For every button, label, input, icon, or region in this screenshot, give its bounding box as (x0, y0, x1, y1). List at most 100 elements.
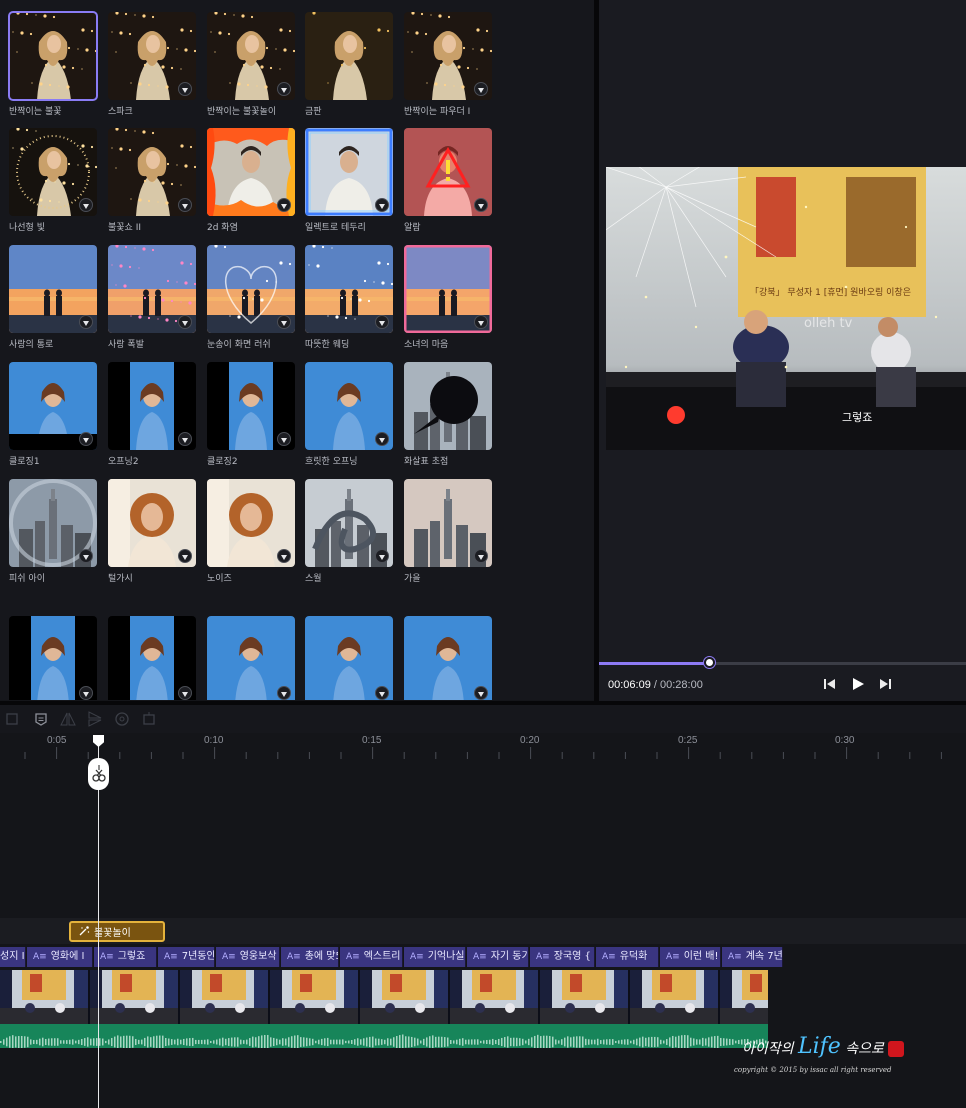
effect-thumbnail[interactable] (404, 12, 492, 100)
download-icon[interactable] (178, 82, 192, 96)
effect-thumbnail[interactable] (9, 479, 97, 567)
download-icon[interactable] (474, 315, 488, 329)
effect-tile[interactable]: 알람 (404, 128, 492, 233)
effect-tile[interactable]: 피쉬 아이 (9, 479, 97, 584)
effect-tile[interactable] (207, 616, 295, 700)
effect-thumbnail[interactable] (305, 128, 393, 216)
effect-tile[interactable]: 노이즈 (207, 479, 295, 584)
timeline-ruler[interactable]: 0:05 0:10 0:15 0:20 0:25 0:30 (0, 733, 966, 759)
effect-thumbnail[interactable] (9, 245, 97, 333)
text-clip[interactable]: A≡ 영화에 I (27, 947, 93, 967)
mirror-icon[interactable] (60, 711, 76, 727)
effect-thumbnail[interactable] (108, 479, 196, 567)
download-icon[interactable] (375, 432, 389, 446)
effect-tile[interactable]: 2d 화염 (207, 128, 295, 233)
effect-thumbnail[interactable] (108, 616, 196, 700)
effect-tile[interactable]: 따뜻한 웨딩 (305, 245, 393, 350)
effect-thumbnail[interactable] (404, 245, 492, 333)
effect-thumbnail[interactable] (207, 12, 295, 100)
text-clip[interactable]: A≡ 유덕화 (596, 947, 659, 967)
download-icon[interactable] (79, 549, 93, 563)
download-icon[interactable] (178, 315, 192, 329)
download-icon[interactable] (474, 82, 488, 96)
text-clip[interactable]: A≡ 기억나실 (404, 947, 466, 967)
download-icon[interactable] (178, 432, 192, 446)
text-clip[interactable]: A≡ 장국영 { (530, 947, 595, 967)
effect-thumbnail[interactable] (207, 479, 295, 567)
effect-tile[interactable]: 사랑 폭발 (108, 245, 196, 350)
download-icon[interactable] (277, 82, 291, 96)
download-icon[interactable] (474, 686, 488, 700)
flip-icon[interactable] (87, 711, 103, 727)
effect-thumbnail[interactable] (207, 616, 295, 700)
playhead-line[interactable] (98, 737, 99, 1108)
effect-tile[interactable]: 눈송이 화면 러쉬 (207, 245, 295, 350)
effect-thumbnail[interactable] (8, 11, 98, 101)
download-icon[interactable] (79, 198, 93, 212)
effect-tile[interactable]: 가을 (404, 479, 492, 584)
effect-tile[interactable]: 클로징2 (207, 362, 295, 467)
effect-thumbnail[interactable] (207, 128, 295, 216)
text-clip[interactable]: A≡ 자기 동기 (467, 947, 529, 967)
download-icon[interactable] (178, 549, 192, 563)
effect-clip[interactable]: 불꽃놀이 (69, 921, 165, 942)
effect-tile[interactable]: 불꽃쇼 II (108, 128, 196, 233)
download-icon[interactable] (79, 315, 93, 329)
effect-tile[interactable]: 반짝이는 파우더 I (404, 12, 492, 117)
preview-video[interactable]: 「강북」 무성자 1 [휴먼] 원바오링 이창은 olleh tv 그렇죠 (606, 167, 966, 450)
effect-tile[interactable]: 스월 (305, 479, 393, 584)
effect-tile[interactable]: 화살표 초점 (404, 362, 492, 467)
effect-thumbnail[interactable] (404, 479, 492, 567)
effect-thumbnail[interactable] (305, 362, 393, 450)
text-clip[interactable]: A≡ 이런 배! (660, 947, 721, 967)
effect-tile[interactable]: 반짝이는 불꽃놀이 (207, 12, 295, 117)
audio-track[interactable] (0, 1024, 768, 1048)
download-icon[interactable] (375, 198, 389, 212)
effect-tile[interactable]: 털가시 (108, 479, 196, 584)
download-icon[interactable] (178, 686, 192, 700)
effect-thumbnail[interactable] (9, 362, 97, 450)
effect-tile[interactable] (9, 616, 97, 700)
text-clip[interactable]: A≡ 계속 7년 (722, 947, 783, 967)
effect-tile[interactable]: 일렉트로 테두리 (305, 128, 393, 233)
effect-tile[interactable]: 스파크 (108, 12, 196, 117)
text-clip[interactable]: A≡ 엑스트리 (340, 947, 403, 967)
text-clip[interactable]: A≡ 영웅보삭 (216, 947, 280, 967)
download-icon[interactable] (474, 549, 488, 563)
effect-thumbnail[interactable] (305, 12, 393, 100)
scissors-icon[interactable] (88, 758, 109, 790)
crop-icon[interactable] (141, 711, 157, 727)
text-clip[interactable]: A≡ 그렇죠 (94, 947, 157, 967)
download-icon[interactable] (79, 686, 93, 700)
effect-tile[interactable] (108, 616, 196, 700)
effect-thumbnail[interactable] (305, 616, 393, 700)
effect-thumbnail[interactable] (404, 616, 492, 700)
split-icon[interactable] (4, 711, 20, 727)
download-icon[interactable] (79, 432, 93, 446)
text-clip[interactable]: 성지 I (0, 947, 26, 967)
effect-thumbnail[interactable] (305, 245, 393, 333)
caption-icon[interactable] (33, 711, 49, 727)
download-icon[interactable] (178, 198, 192, 212)
effect-thumbnail[interactable] (108, 362, 196, 450)
effect-tile[interactable]: 흐릿한 오프닝 (305, 362, 393, 467)
effect-thumbnail[interactable] (207, 362, 295, 450)
download-icon[interactable] (375, 686, 389, 700)
effect-thumbnail[interactable] (108, 245, 196, 333)
effect-thumbnail[interactable] (404, 362, 492, 450)
download-icon[interactable] (277, 315, 291, 329)
effect-tile[interactable]: 클로징1 (9, 362, 97, 467)
download-icon[interactable] (474, 198, 488, 212)
download-icon[interactable] (277, 432, 291, 446)
effect-tile[interactable] (305, 616, 393, 700)
effect-thumbnail[interactable] (9, 616, 97, 700)
video-track[interactable] (0, 970, 768, 1024)
download-icon[interactable] (277, 549, 291, 563)
effect-thumbnail[interactable] (108, 128, 196, 216)
download-icon[interactable] (375, 549, 389, 563)
speed-icon[interactable] (114, 711, 130, 727)
text-clip[interactable]: A≡ 총에 맞5 (281, 947, 339, 967)
progress-knob[interactable] (704, 657, 716, 668)
play-icon[interactable] (850, 676, 866, 692)
download-icon[interactable] (375, 315, 389, 329)
